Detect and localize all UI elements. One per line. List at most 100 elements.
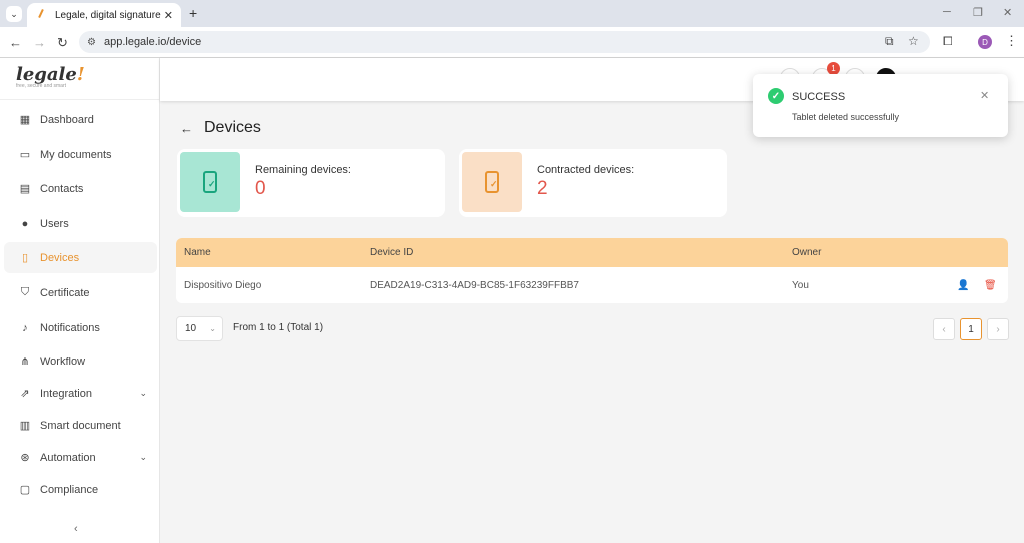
sidebar-item-label: Devices bbox=[40, 251, 80, 264]
sidebar-item-users[interactable]: ● Users bbox=[4, 208, 157, 239]
minimize-icon[interactable]: ─ bbox=[943, 6, 951, 18]
dashboard-icon: ▦ bbox=[19, 114, 31, 126]
sidebar-item-integration[interactable]: ⇗ Integration ⌄ bbox=[4, 378, 157, 409]
install-app-icon[interactable]: ⧉ bbox=[885, 34, 894, 49]
sidebar-item-compliance[interactable]: ▢ Compliance bbox=[4, 474, 157, 505]
back-icon[interactable]: ← bbox=[9, 35, 22, 50]
column-header-owner[interactable]: Owner bbox=[792, 247, 821, 258]
chevron-down-icon[interactable]: ⌄ bbox=[139, 452, 147, 463]
contacts-icon: ▤ bbox=[19, 183, 31, 195]
device-owner: You bbox=[792, 279, 809, 291]
device-check-icon bbox=[485, 171, 499, 193]
shield-icon: ⛉ bbox=[20, 286, 30, 298]
page-title: Devices bbox=[204, 119, 261, 136]
browser-tab[interactable]: Legale, digital signature ✕ bbox=[27, 3, 181, 27]
new-tab-icon[interactable]: + bbox=[189, 5, 197, 21]
logo-mark: ! bbox=[76, 64, 85, 85]
sidebar-item-notifications[interactable]: ♪ Notifications bbox=[4, 312, 157, 343]
sidebar-item-my-documents[interactable]: ▭ My documents bbox=[4, 139, 157, 170]
sidebar-item-automation[interactable]: ⊛ Automation ⌄ bbox=[4, 442, 157, 473]
column-header-name[interactable]: Name bbox=[184, 247, 211, 258]
user-icon: ● bbox=[21, 217, 29, 230]
sidebar-item-devices[interactable]: ▯ Devices bbox=[4, 242, 157, 273]
chevron-left-icon[interactable]: ‹ bbox=[74, 523, 78, 535]
pagination-range-text: From 1 to 1 (Total 1) bbox=[233, 322, 324, 333]
smart-document-icon: ▥ bbox=[19, 420, 31, 432]
sidebar-item-workflow[interactable]: ⋔ Workflow bbox=[4, 346, 157, 377]
address-bar[interactable]: ⚙ app.legale.io/device ⧉ ☆ bbox=[79, 31, 930, 53]
contracted-devices-label: Contracted devices: bbox=[537, 164, 635, 176]
tablet-icon: ▯ bbox=[21, 252, 29, 264]
logo-wordmark: legale bbox=[16, 64, 77, 85]
trash-icon[interactable]: 🗑 bbox=[984, 280, 997, 291]
chevron-down-icon: ⌄ bbox=[209, 324, 216, 333]
table-row[interactable]: Dispositivo Diego DEAD2A19-C313-4AD9-BC8… bbox=[176, 267, 1008, 303]
tab-search-icon[interactable]: ⌄ bbox=[6, 6, 22, 22]
page-header: ← Devices bbox=[180, 119, 261, 137]
next-page-button[interactable]: › bbox=[987, 318, 1009, 340]
back-arrow-icon[interactable]: ← bbox=[180, 121, 193, 136]
sidebar-item-label: Compliance bbox=[40, 483, 99, 496]
sidebar-item-label: Users bbox=[40, 217, 69, 230]
browser-tab-bar: ⌄ Legale, digital signature ✕ + ─ ❐ ✕ bbox=[0, 0, 1024, 27]
contracted-devices-value: 2 bbox=[537, 178, 548, 199]
site-info-icon[interactable]: ⚙ bbox=[87, 37, 96, 48]
contracted-devices-tile bbox=[462, 152, 522, 212]
table-header: Name Device ID Owner bbox=[176, 238, 1008, 267]
sidebar-item-smart-document[interactable]: ▥ Smart document bbox=[4, 410, 157, 441]
automation-icon: ⊛ bbox=[20, 452, 30, 464]
bell-icon: ♪ bbox=[22, 321, 28, 334]
sidebar-item-contacts[interactable]: ▤ Contacts bbox=[4, 173, 157, 204]
url-text: app.legale.io/device bbox=[103, 36, 202, 48]
toast-title: SUCCESS bbox=[792, 91, 846, 103]
remaining-devices-card: Remaining devices: 0 bbox=[177, 149, 445, 217]
window-close-icon[interactable]: ✕ bbox=[1003, 6, 1012, 19]
remaining-devices-tile bbox=[180, 152, 240, 212]
restore-icon[interactable]: ❐ bbox=[973, 6, 983, 19]
sidebar-item-label: Workflow bbox=[40, 355, 86, 368]
device-id: DEAD2A19-C313-4AD9-BC85-1F63239FFBB7 bbox=[370, 279, 579, 291]
chat-icon: ▢ bbox=[19, 484, 31, 496]
sidebar-item-dashboard[interactable]: ▦ Dashboard bbox=[4, 104, 157, 135]
reload-icon[interactable]: ↻ bbox=[57, 35, 68, 51]
remaining-devices-value: 0 bbox=[255, 178, 266, 199]
contracted-devices-card: Contracted devices: 2 bbox=[459, 149, 727, 217]
sidebar-item-label: Certificate bbox=[40, 286, 90, 299]
assign-user-icon[interactable]: 👤 bbox=[957, 280, 969, 291]
sidebar-item-label: Integration bbox=[40, 387, 92, 400]
extensions-icon[interactable]: ⧠ bbox=[943, 34, 953, 49]
folder-icon: ▭ bbox=[19, 149, 31, 161]
chevron-down-icon[interactable]: ⌄ bbox=[139, 388, 147, 399]
page-size-select[interactable]: 10 ⌄ bbox=[176, 316, 223, 341]
tab-title: Legale, digital signature bbox=[55, 9, 161, 21]
bookmark-star-icon[interactable]: ☆ bbox=[908, 34, 919, 48]
sidebar-item-label: Notifications bbox=[40, 321, 100, 334]
sidebar-item-label: Automation bbox=[40, 451, 96, 464]
sidebar-item-label: Dashboard bbox=[40, 113, 94, 126]
browser-menu-icon[interactable]: ⋮ bbox=[1005, 33, 1018, 49]
device-name: Dispositivo Diego bbox=[184, 279, 262, 291]
profile-avatar[interactable]: D bbox=[978, 35, 992, 49]
page-size-value: 10 bbox=[185, 323, 197, 334]
external-link-icon: ⇗ bbox=[20, 388, 30, 400]
toast-close-icon[interactable]: ✕ bbox=[980, 89, 989, 102]
device-check-icon bbox=[203, 171, 217, 193]
previous-page-button[interactable]: ‹ bbox=[933, 318, 955, 340]
sidebar-item-label: Contacts bbox=[40, 182, 84, 195]
sidebar-item-label: Smart document bbox=[40, 419, 121, 432]
sidebar-item-certificate[interactable]: ⛉ Certificate bbox=[4, 277, 157, 308]
workflow-icon: ⋔ bbox=[20, 356, 30, 368]
legale-favicon-icon bbox=[35, 9, 47, 21]
devices-table: Name Device ID Owner Dispositivo Diego D… bbox=[176, 238, 1008, 303]
success-toast: ✓ SUCCESS Tablet deleted successfully ✕ bbox=[753, 74, 1008, 137]
remaining-devices-label: Remaining devices: bbox=[255, 164, 351, 176]
sidebar-item-label: My documents bbox=[40, 148, 112, 161]
toast-message: Tablet deleted successfully bbox=[792, 112, 900, 122]
column-header-device-id[interactable]: Device ID bbox=[370, 247, 413, 258]
sidebar: legale! free, secure and smart ▦ Dashboa… bbox=[0, 58, 160, 543]
check-circle-icon: ✓ bbox=[768, 88, 784, 104]
page-button-current[interactable]: 1 bbox=[960, 318, 982, 340]
forward-icon[interactable]: → bbox=[33, 35, 46, 50]
legale-logo[interactable]: legale! free, secure and smart bbox=[0, 58, 159, 100]
tab-close-icon[interactable]: ✕ bbox=[164, 9, 173, 22]
